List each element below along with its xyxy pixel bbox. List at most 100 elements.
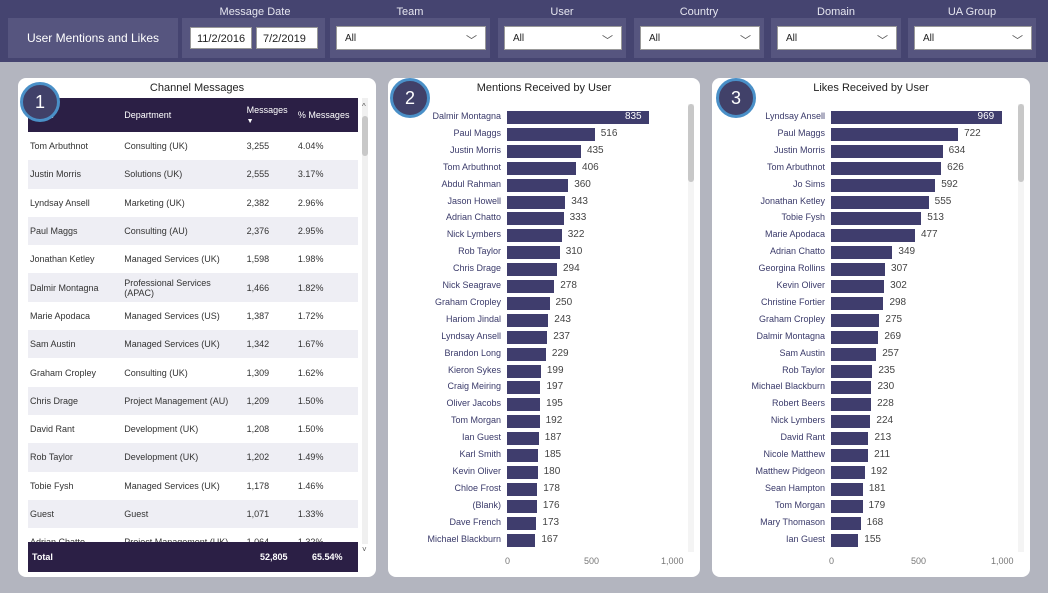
- bar[interactable]: [831, 280, 885, 293]
- table-row[interactable]: Marie Apodaca Managed Services (US) 1,387 1…: [28, 302, 358, 330]
- likes-scrollbar[interactable]: [1018, 104, 1024, 552]
- table-row[interactable]: Guest Guest 1,071 1.33%: [28, 499, 358, 529]
- scroll-down-icon[interactable]: ˅: [362, 545, 367, 554]
- domain-dropdown[interactable]: All ﹀: [777, 26, 897, 50]
- bar[interactable]: [507, 330, 548, 344]
- cell-messages: 1,209: [244, 386, 296, 415]
- bar[interactable]: [507, 178, 569, 192]
- bar[interactable]: [831, 127, 959, 141]
- table-row[interactable]: Justin Morris Solutions (UK) 2,555 3.17%: [28, 160, 358, 189]
- mentions-scrollbar[interactable]: [688, 104, 694, 552]
- bar[interactable]: [507, 516, 537, 530]
- bar[interactable]: [831, 144, 943, 158]
- table-row[interactable]: Graham Cropley Consulting (UK) 1,309 1.62%: [28, 358, 358, 386]
- bar[interactable]: [831, 381, 872, 395]
- table-scroll-thumb[interactable]: [362, 116, 368, 156]
- bar[interactable]: [831, 465, 865, 479]
- ua-group-dropdown[interactable]: All ﹀: [914, 26, 1032, 50]
- bar[interactable]: [507, 144, 581, 158]
- likes-scroll-thumb[interactable]: [1018, 104, 1024, 182]
- bar[interactable]: [831, 398, 872, 412]
- bar[interactable]: [831, 482, 863, 496]
- bar[interactable]: [831, 347, 877, 361]
- x-axis-tick: 1,000: [991, 556, 1014, 566]
- cell-messages: 2,376: [244, 216, 296, 246]
- bar[interactable]: [507, 263, 557, 277]
- bar[interactable]: [507, 280, 555, 293]
- bar[interactable]: [507, 246, 560, 260]
- bar[interactable]: [831, 229, 915, 243]
- bar-value-label: 360: [574, 178, 591, 190]
- bar[interactable]: [507, 465, 538, 479]
- bar[interactable]: [507, 296, 550, 310]
- bar-category-label: Dave French: [449, 516, 501, 527]
- bar[interactable]: [507, 415, 540, 429]
- bar[interactable]: [507, 127, 595, 141]
- bar[interactable]: [831, 161, 942, 175]
- table-row[interactable]: Tom Arbuthnot Consulting (UK) 3,255 4.04%: [28, 132, 358, 160]
- bar-category-label: Justin Morris: [773, 144, 825, 155]
- bar[interactable]: [831, 415, 871, 429]
- bar[interactable]: [507, 212, 564, 226]
- mentions-scroll-thumb[interactable]: [688, 104, 694, 182]
- bar[interactable]: [507, 449, 539, 462]
- cell-messages: 2,382: [246, 197, 270, 208]
- bar[interactable]: [507, 313, 549, 327]
- chevron-down-icon: ﹀: [740, 35, 751, 47]
- bar-value-label: 969: [977, 111, 995, 122]
- table-row[interactable]: Paul Maggs Consulting (AU) 2,376 2.95%: [28, 216, 358, 246]
- bar[interactable]: [507, 229, 562, 243]
- table-row[interactable]: David Rant Development (UK) 1,208 1.50%: [28, 415, 358, 443]
- bar[interactable]: [831, 533, 859, 547]
- table-row[interactable]: Jonathan Ketley Managed Services (UK) 1,59…: [28, 245, 358, 273]
- bar[interactable]: [831, 178, 936, 192]
- table-scrollbar[interactable]: [362, 98, 368, 544]
- bar[interactable]: [831, 364, 873, 378]
- bar[interactable]: [507, 381, 541, 395]
- team-dropdown[interactable]: All ﹀: [336, 26, 486, 50]
- bar[interactable]: [507, 364, 541, 378]
- bar[interactable]: [831, 516, 861, 530]
- bar[interactable]: [507, 161, 577, 175]
- table-row[interactable]: Adrian ChattoProject Management (UK)1,06…: [28, 528, 358, 542]
- bar-category-label: Nick Seagrave: [442, 280, 501, 290]
- bar[interactable]: [831, 432, 869, 446]
- table-row[interactable]: Dalmir Montagna Professional Services (AP…: [28, 273, 358, 302]
- scroll-up-icon[interactable]: ^: [362, 102, 366, 111]
- table-row[interactable]: Rob Taylor Development (UK) 1,202 1.49%: [28, 443, 358, 472]
- bar[interactable]: [831, 449, 869, 462]
- bar-value-label: 235: [878, 364, 896, 376]
- bar-value-label: 343: [571, 195, 588, 207]
- table-row[interactable]: Chris Drage Project Management (AU) 1,209 1…: [28, 386, 358, 415]
- bar[interactable]: [831, 111, 1002, 124]
- bar[interactable]: [507, 347, 546, 361]
- table-row[interactable]: Lyndsay Ansell Marketing (UK) 2,382 2.96%: [28, 189, 358, 217]
- bar[interactable]: [831, 212, 922, 226]
- bar[interactable]: [507, 398, 541, 412]
- country-dropdown[interactable]: All ﹀: [640, 26, 760, 50]
- column-header-department[interactable]: Department: [122, 98, 245, 132]
- cell-department: Guest: [122, 499, 245, 529]
- table-row[interactable]: Sam Austin Managed Services (UK) 1,342 1.67…: [28, 330, 358, 359]
- bar[interactable]: [507, 533, 536, 547]
- bar-category-label: Sean Hampton: [764, 482, 825, 493]
- bar[interactable]: [831, 246, 893, 260]
- bar[interactable]: [507, 432, 539, 446]
- bar[interactable]: [507, 195, 566, 209]
- filter-bar: User Mentions and Likes Message Date 11/…: [0, 0, 1048, 62]
- bar[interactable]: [831, 313, 880, 327]
- user-dropdown[interactable]: All ﹀: [504, 26, 622, 50]
- bar[interactable]: [831, 195, 929, 209]
- bar[interactable]: [507, 482, 538, 496]
- bar[interactable]: [831, 263, 886, 277]
- date-from-input[interactable]: 11/2/2016: [190, 27, 252, 49]
- bar[interactable]: [831, 296, 884, 310]
- bar[interactable]: [831, 499, 863, 513]
- column-header-percent[interactable]: % Messages: [295, 98, 358, 132]
- table-row[interactable]: Tobie Fysh Managed Services (UK) 1,178 1.46…: [28, 472, 358, 500]
- column-header-messages[interactable]: Messages ▼: [244, 98, 296, 132]
- total-percent: 65.54%: [312, 552, 343, 562]
- date-to-input[interactable]: 7/2/2019: [256, 27, 318, 49]
- bar[interactable]: [507, 499, 537, 513]
- bar[interactable]: [831, 330, 879, 344]
